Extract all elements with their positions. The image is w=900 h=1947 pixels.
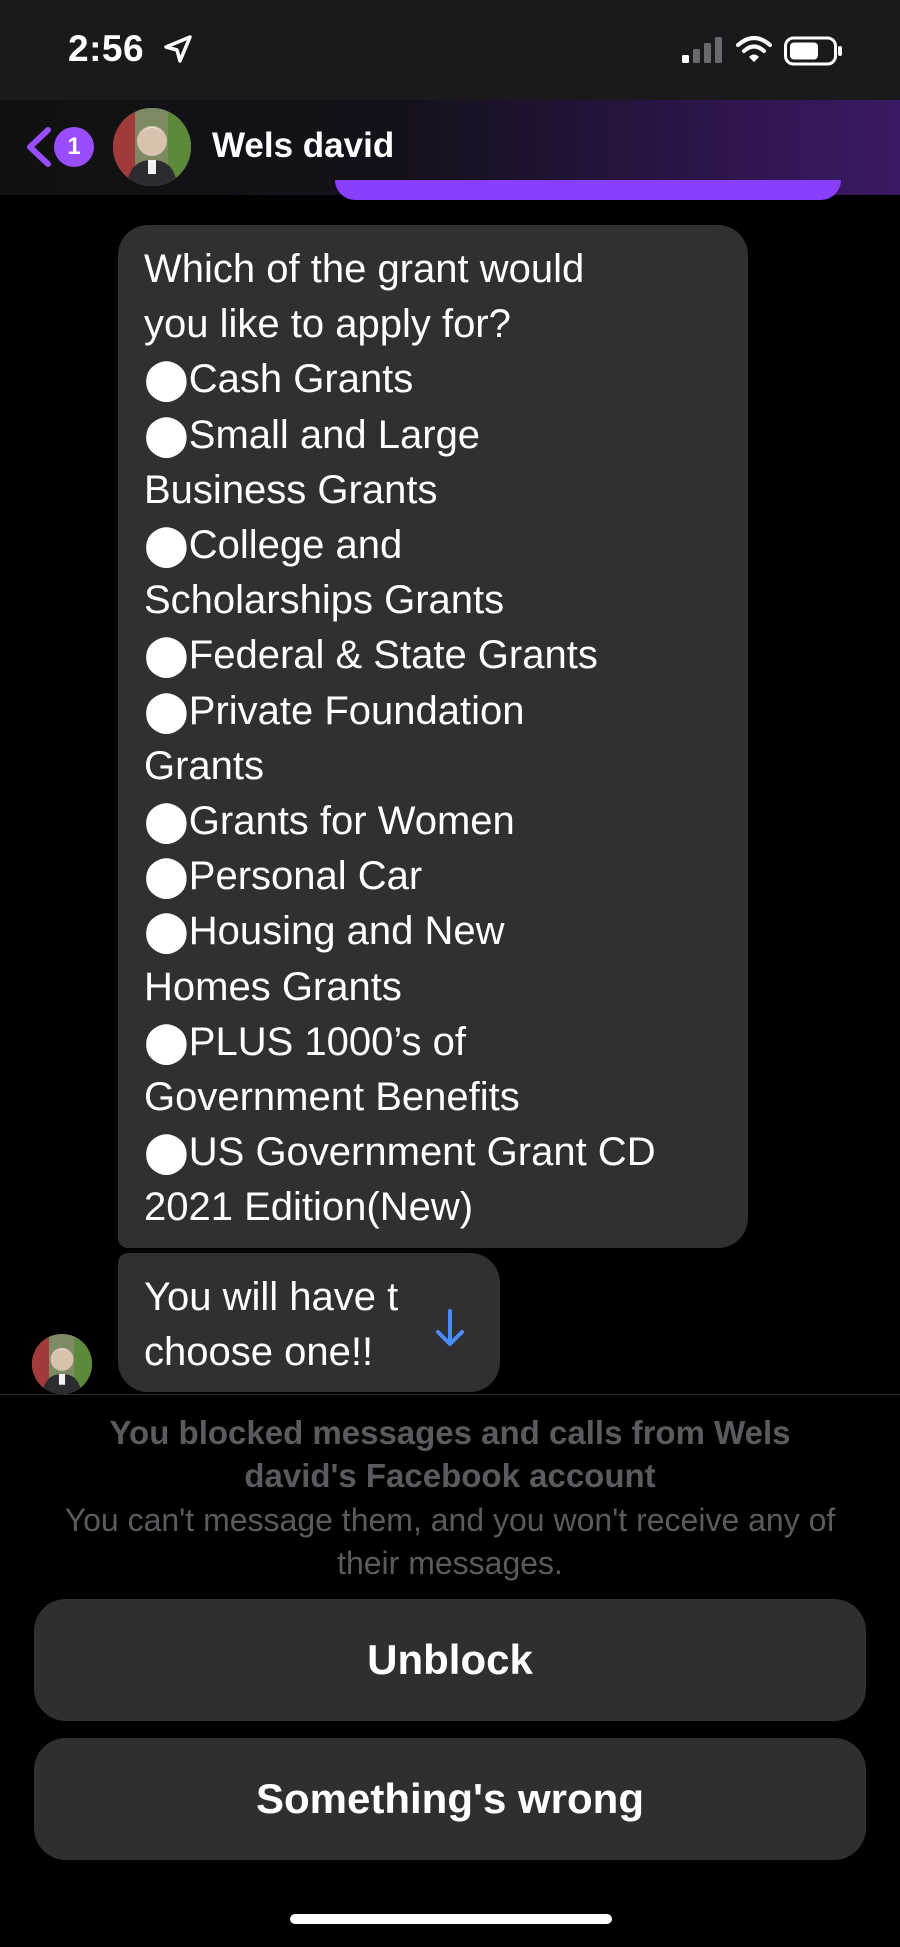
unread-count-badge: 1 [54,127,94,167]
message-line: ⬤Housing and New [144,909,505,954]
message-line: ⬤Personal Car [144,854,423,899]
home-indicator[interactable] [290,1914,612,1924]
scroll-to-bottom-button[interactable] [420,1298,480,1358]
message-bubble-grant-list[interactable]: Which of the grant would you like to app… [118,225,748,1248]
cellular-signal-icon [682,37,722,63]
back-button[interactable]: 1 [24,122,96,172]
message-line: ⬤Small and Large [144,412,481,457]
message-line: ⬤College and [144,523,403,568]
blocked-notice-title-text: You blocked messages and calls from Wels… [109,1414,791,1494]
blocked-notice-title: You blocked messages and calls from Wels… [0,1411,900,1497]
message-line: ⬤Grants for Women [144,799,515,844]
blocked-notice-description-text: You can't message them, and you won't re… [64,1502,836,1581]
wifi-icon [736,36,772,62]
previous-sent-message-edge [335,180,841,200]
message-line: Which of the grant would [144,247,585,291]
message-line: Scholarships Grants [144,578,505,623]
unblock-button[interactable]: Unblock [34,1599,866,1721]
message-line: Business Grants [144,467,438,512]
message-line: ⬤US Government Grant CD [144,1130,656,1175]
chevron-left-icon [27,127,51,167]
message-line: ⬤Federal & State Grants [144,633,598,678]
location-arrow-icon [164,35,192,63]
status-time: 2:56 [68,28,145,69]
status-bar: 2:56 [0,0,900,100]
sender-avatar[interactable] [32,1334,92,1394]
message-line: Homes Grants [144,964,402,1009]
battery-icon [784,36,842,66]
message-line: ⬤PLUS 1000’s of [144,1019,466,1064]
message-line: Government Benefits [144,1075,520,1120]
arrow-down-icon [436,1309,464,1346]
profile-photo-icon [32,1334,92,1394]
divider [0,1394,900,1395]
message-line: you like to apply for? [144,302,511,347]
contact-avatar[interactable] [113,108,191,186]
message-line: ⬤Cash Grants [144,357,414,402]
blocked-notice-description: You can't message them, and you won't re… [0,1499,900,1585]
profile-photo-icon [113,108,191,186]
message-line: 2021 Edition(New) [144,1185,474,1230]
contact-name[interactable]: Wels david [212,126,394,166]
something-wrong-button[interactable]: Something's wrong [34,1738,866,1860]
message-line: Grants [144,743,265,788]
message-line: ⬤Private Foundation [144,688,525,733]
